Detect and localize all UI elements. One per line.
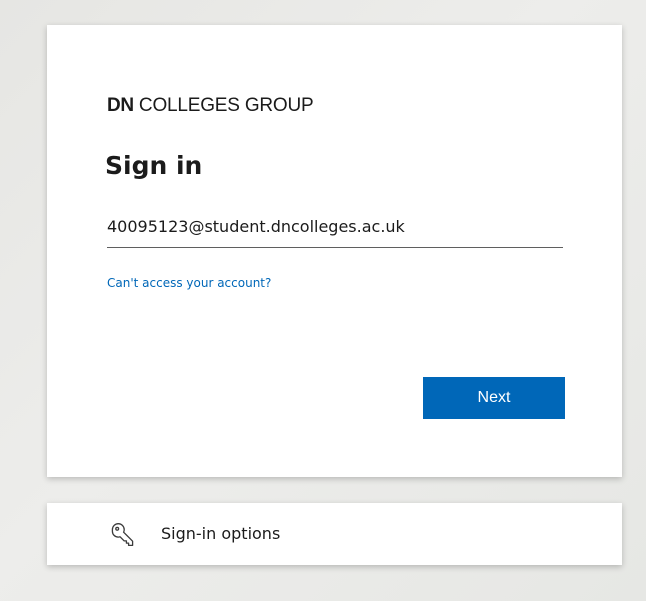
key-icon bbox=[108, 521, 136, 549]
cant-access-account-link[interactable]: Can't access your account? bbox=[107, 276, 271, 290]
organization-logo: DN COLLEGES GROUP bbox=[107, 95, 314, 117]
email-field-value[interactable]: 40095123@student.dncolleges.ac.uk bbox=[107, 217, 405, 236]
page-title: Sign in bbox=[105, 151, 203, 180]
logo-bold-text: DN bbox=[107, 95, 134, 116]
sign-in-card: DN COLLEGES GROUP Sign in 40095123@stude… bbox=[47, 25, 622, 477]
email-field[interactable]: 40095123@student.dncolleges.ac.uk bbox=[107, 211, 563, 248]
sign-in-options-button[interactable]: Sign-in options bbox=[47, 503, 622, 565]
next-button[interactable]: Next bbox=[423, 377, 565, 419]
logo-text: COLLEGES GROUP bbox=[133, 95, 314, 116]
sign-in-options-label: Sign-in options bbox=[161, 524, 281, 543]
